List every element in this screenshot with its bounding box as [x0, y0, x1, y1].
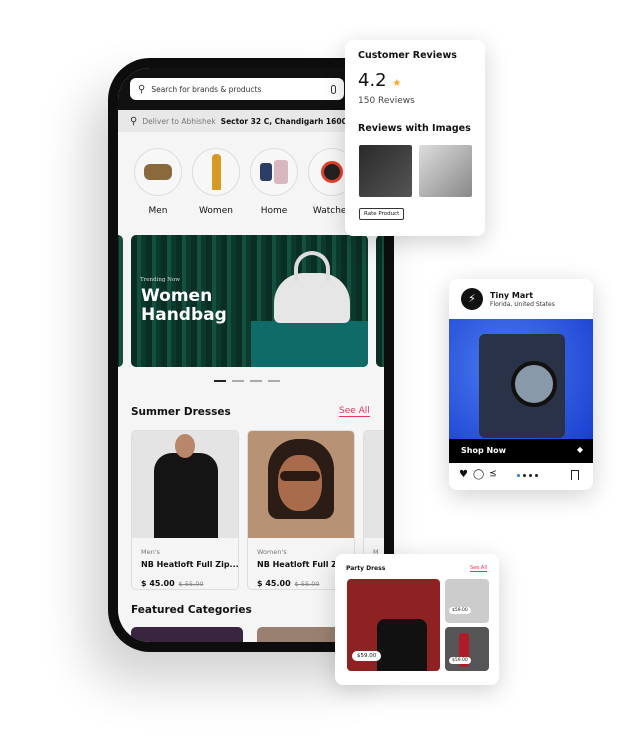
- comment-icon[interactable]: ◯: [473, 469, 484, 480]
- location-pin-icon: ⚲: [130, 115, 138, 127]
- shop-now-button[interactable]: Shop Now ◆: [449, 439, 593, 463]
- search-icon: ⚲: [138, 83, 146, 95]
- review-image[interactable]: [419, 145, 472, 197]
- share-icon[interactable]: ⪯: [489, 469, 497, 480]
- diamond-icon: ◆: [576, 445, 583, 454]
- product-card[interactable]: Men's NB Heatloft Full Zip... $ 45.00 $ 5…: [131, 430, 239, 590]
- heart-icon[interactable]: ♥: [459, 469, 468, 480]
- banner-peek-next: [376, 235, 384, 367]
- rating-value: 4.2: [358, 70, 387, 91]
- section-title: Featured Categories: [131, 604, 252, 616]
- featured-category-tile[interactable]: [131, 627, 243, 642]
- category-women[interactable]: Women: [191, 148, 241, 216]
- see-all-link[interactable]: See All: [339, 406, 370, 417]
- bookmark-icon[interactable]: [571, 470, 579, 480]
- carousel-indicator[interactable]: [214, 380, 280, 382]
- carousel-dots[interactable]: [517, 474, 538, 477]
- review-image[interactable]: [359, 145, 412, 197]
- pedestal: [251, 321, 368, 367]
- mic-icon[interactable]: [331, 84, 336, 94]
- section-title: Summer Dresses: [131, 406, 231, 418]
- post-image[interactable]: [449, 319, 593, 439]
- product-image: [132, 431, 238, 538]
- woman-image: [192, 148, 240, 196]
- social-post-card: ⚡ Tiny Mart Florida, United States Shop …: [449, 279, 593, 490]
- product-image[interactable]: $59.00: [445, 627, 489, 671]
- category-home[interactable]: Home: [249, 148, 299, 216]
- product-image[interactable]: $59.00: [347, 579, 440, 671]
- search-input[interactable]: ⚲ Search for brands & products: [130, 78, 344, 100]
- sandals-image: [134, 148, 182, 196]
- party-dress-card: Party Dress See All $59.00 $59.00 $59.00: [335, 554, 499, 685]
- customer-reviews-card: Customer Reviews 4.2 ★ 150 Reviews Revie…: [345, 40, 485, 236]
- brand-logo-icon: ⚡: [461, 288, 483, 310]
- category-men[interactable]: Men: [133, 148, 183, 216]
- star-icon: ★: [392, 78, 402, 89]
- product-image: [248, 431, 354, 538]
- luggage-image: [250, 148, 298, 196]
- see-all-link[interactable]: See All: [470, 565, 488, 572]
- banner-peek-prev: [118, 235, 123, 367]
- rate-product-button[interactable]: Rate Product: [359, 208, 405, 220]
- promo-banner[interactable]: Trending Now Women Handbag: [131, 235, 368, 367]
- product-image[interactable]: $59.00: [445, 579, 489, 623]
